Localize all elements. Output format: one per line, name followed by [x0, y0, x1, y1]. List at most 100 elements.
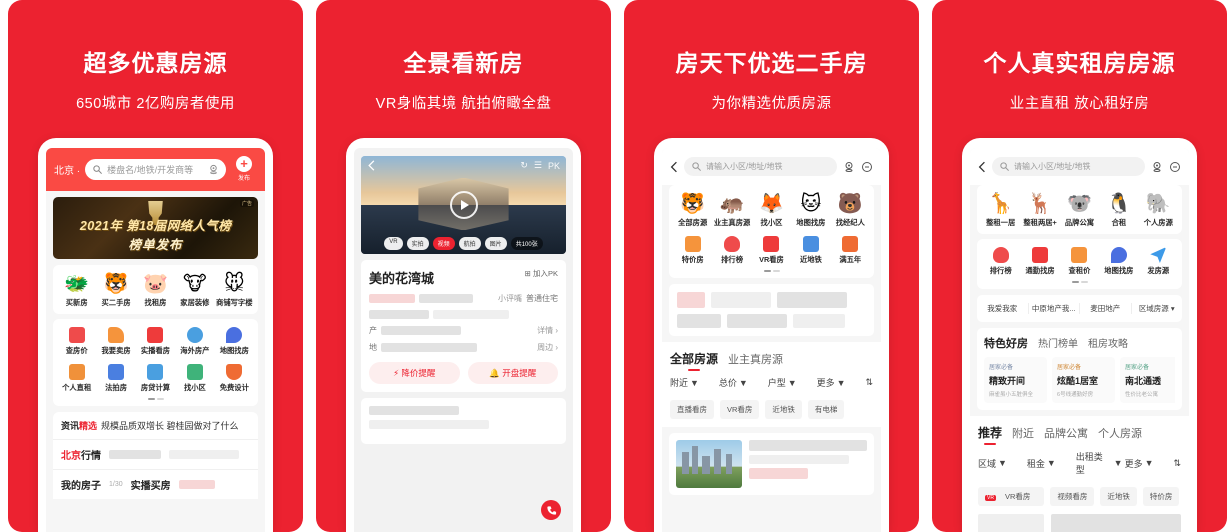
nav-item[interactable]: 排行榜: [981, 247, 1020, 276]
filter-region[interactable]: 区域 ▼: [978, 457, 1025, 470]
share-icon[interactable]: ↻: [520, 160, 528, 171]
chat-icon[interactable]: [1169, 161, 1181, 173]
nav-item[interactable]: 排行榜: [712, 236, 751, 265]
chip-vr-tour[interactable]: VR VR看房: [978, 487, 1045, 506]
nav-item[interactable]: 🐧 合租: [1099, 193, 1138, 228]
promo-banner[interactable]: 广告 2021年 第18届网络人气榜 榜单发布: [53, 197, 258, 259]
back-icon[interactable]: [670, 161, 678, 173]
filter-rent-type[interactable]: 出租类型 ▼: [1076, 450, 1123, 476]
chip-near-subway[interactable]: 近地铁: [1100, 487, 1137, 506]
filter-rent[interactable]: 租金 ▼: [1027, 457, 1074, 470]
nav-item[interactable]: 🐨 品牌公寓: [1060, 193, 1099, 228]
tab-all-listings[interactable]: 全部房源: [670, 350, 718, 367]
media-tab-photo[interactable]: 图片: [484, 237, 507, 250]
filter-total-price[interactable]: 总价 ▼: [719, 376, 766, 389]
pager-dots[interactable]: [673, 270, 870, 272]
add-to-pk-button[interactable]: ⊞ 加入PK: [525, 268, 558, 279]
property-video[interactable]: ↻ ☰ PK VR 实拍 视频 航拍 图片 共100张: [361, 156, 566, 254]
filter-nearby[interactable]: 附近 ▼: [670, 376, 717, 389]
product-row[interactable]: 产 详情 ›: [369, 325, 558, 336]
nav-item[interactable]: 🐱 地图找房: [791, 193, 830, 228]
detail-link[interactable]: 详情 ›: [537, 325, 558, 336]
map-pin-icon[interactable]: [1151, 161, 1163, 173]
nav-item[interactable]: 通勤找房: [1020, 247, 1059, 276]
tab-featured-homes[interactable]: 特色好房: [984, 335, 1028, 351]
chip-near-subway[interactable]: 近地铁: [765, 400, 802, 419]
tab-rent-guide[interactable]: 租房攻略: [1088, 335, 1128, 350]
nav-item[interactable]: 🐻 找经纪人: [831, 193, 870, 228]
nav-item[interactable]: VR看房: [752, 236, 791, 265]
tab-nearby[interactable]: 附近: [1012, 425, 1034, 441]
comment-icon[interactable]: ☰: [534, 160, 542, 171]
nearby-link[interactable]: 周边 ›: [537, 342, 558, 353]
price-drop-alert-button[interactable]: ⚡ 降价提醒: [369, 362, 460, 384]
chat-icon[interactable]: [861, 161, 873, 173]
nav-item[interactable]: 🐘 个人房源: [1139, 193, 1178, 228]
back-icon[interactable]: [367, 160, 376, 171]
address-row[interactable]: 地 周边 ›: [369, 342, 558, 353]
search-input[interactable]: 请输入小区/地址/地铁: [992, 157, 1145, 176]
news-row[interactable]: 资讯精选 规模品质双增长 碧桂园做对了什么: [53, 412, 258, 439]
chip-live-tour[interactable]: 直播看房: [670, 400, 714, 419]
nav-item[interactable]: 实播看房: [136, 327, 175, 356]
nav-item[interactable]: 查租价: [1060, 247, 1099, 276]
opening-alert-button[interactable]: 🔔 开盘提醒: [467, 362, 558, 384]
chip-vr-tour[interactable]: VR看房: [720, 400, 760, 419]
nav-item[interactable]: 房贷计算: [136, 364, 175, 393]
call-button[interactable]: [541, 500, 561, 520]
nav-item[interactable]: 地图找房: [1099, 247, 1138, 276]
nav-item[interactable]: 🦛 业主真房源: [712, 193, 751, 228]
listing-item[interactable]: [669, 433, 874, 495]
nav-item[interactable]: 满五年: [831, 236, 870, 265]
nav-item[interactable]: 🐮 家居装修: [175, 273, 214, 308]
nav-item[interactable]: 查房价: [57, 327, 96, 356]
chip-has-elevator[interactable]: 有电梯: [807, 400, 845, 419]
map-pin-icon[interactable]: [843, 161, 855, 173]
nav-item[interactable]: 🦒 整租一居: [981, 193, 1020, 228]
media-tab-aerial[interactable]: 航拍: [458, 237, 481, 250]
feature-item[interactable]: 居家必备 精致开间 麻雀虽小五脏俱全: [984, 357, 1048, 403]
pager-dots[interactable]: [981, 281, 1178, 283]
back-icon[interactable]: [978, 161, 986, 173]
nav-item[interactable]: 🦊 找小区: [752, 193, 791, 228]
feature-item[interactable]: 居家必备 南北通透 性价比老公寓: [1120, 357, 1175, 403]
brand-item[interactable]: 中原地产我...: [1029, 303, 1080, 314]
nav-item[interactable]: 找小区: [175, 364, 214, 393]
market-row[interactable]: 北京行情: [53, 439, 258, 469]
pk-label[interactable]: PK: [548, 161, 560, 171]
nav-item[interactable]: 个人直租: [57, 364, 96, 393]
filter-more[interactable]: 更多 ▼: [817, 376, 864, 389]
feature-item[interactable]: 居家必备 炫酷1居室 6号线通勤好房: [1052, 357, 1116, 403]
nav-item[interactable]: 🦌 整租两居+: [1020, 193, 1059, 228]
brand-item-region[interactable]: 区域房源 ▾: [1132, 303, 1183, 314]
tab-brand-apartment[interactable]: 品牌公寓: [1044, 425, 1088, 441]
tab-owner-listings[interactable]: 业主真房源: [728, 351, 783, 367]
play-button[interactable]: [449, 191, 478, 219]
tab-hot-list[interactable]: 热门榜单: [1038, 335, 1078, 350]
search-input[interactable]: 楼盘名/地铁/开发商等: [85, 158, 226, 180]
chip-video-tour[interactable]: 视频看房: [1050, 487, 1095, 506]
listing-item[interactable]: [970, 514, 1189, 532]
media-tab-video[interactable]: 视频: [432, 237, 455, 250]
sort-icon[interactable]: ⇅: [865, 377, 873, 388]
filter-layout[interactable]: 户型 ▼: [768, 376, 815, 389]
map-pin-icon[interactable]: [208, 164, 219, 175]
nav-item[interactable]: 🐲 买新房: [57, 273, 96, 308]
brand-item[interactable]: 麦田地产: [1080, 303, 1132, 314]
filter-more[interactable]: 更多 ▼: [1125, 457, 1172, 470]
search-input[interactable]: 请输入小区/地址/地铁: [684, 157, 837, 176]
sort-icon[interactable]: ⇅: [1173, 458, 1181, 469]
media-tab-real[interactable]: 实拍: [406, 237, 429, 250]
chip-discount[interactable]: 特价房: [1142, 487, 1180, 506]
nav-item[interactable]: 特价房: [673, 236, 712, 265]
nav-item[interactable]: 海外房产: [175, 327, 214, 356]
publish-button[interactable]: + 发布: [231, 156, 257, 182]
nav-item[interactable]: 发房源: [1139, 247, 1178, 276]
my-house-row[interactable]: 我的房子 1/30 实播买房: [53, 469, 258, 499]
pager-dots[interactable]: [57, 398, 254, 400]
nav-item[interactable]: 🐭 商铺写字楼: [215, 273, 254, 308]
nav-item[interactable]: 🐯 买二手房: [96, 273, 135, 308]
nav-item[interactable]: 地图找房: [215, 327, 254, 356]
tab-personal-listing[interactable]: 个人房源: [1098, 425, 1142, 441]
nav-item[interactable]: 我要卖房: [96, 327, 135, 356]
